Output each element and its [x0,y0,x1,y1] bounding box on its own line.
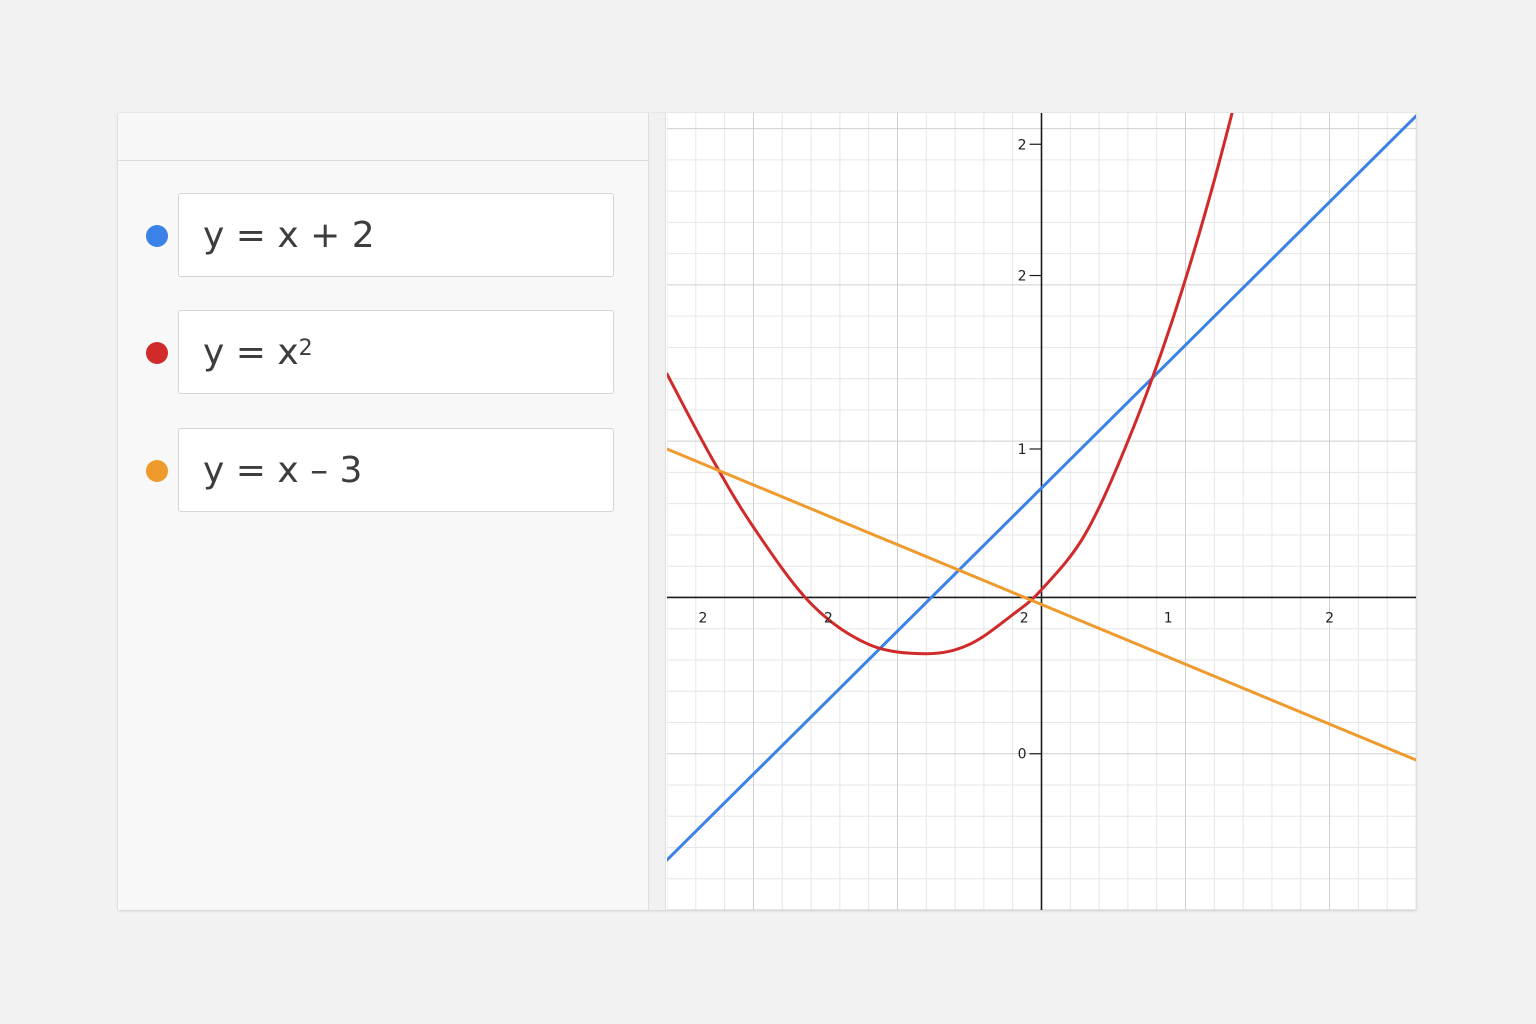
x-tick-label: 2 [824,610,833,626]
y-tick-label: 1 [1018,442,1027,458]
expression-exponent: 2 [298,335,313,361]
color-dot-icon[interactable] [146,225,168,247]
expression-row-1: y = x + 2 [118,193,648,279]
expression-panel: y = x + 2 y = x2 y = x – 3 [118,113,648,910]
panel-resize-handle[interactable] [648,113,666,910]
y-tick-label: 0 [1018,747,1027,763]
expression-row-2: y = x2 [118,310,648,396]
graph-svg[interactable]: 2 2 2 1 2 2 2 1 0 [667,113,1416,910]
graphing-calculator-window: y = x + 2 y = x2 y = x – 3 222122210 [118,113,1416,910]
expression-input-1[interactable]: y = x + 2 [178,193,614,277]
expression-text: y = x – 3 [203,449,363,491]
expression-input-3[interactable]: y = x – 3 [178,428,614,512]
tick-labels: 2 2 2 1 2 2 2 1 0 [699,137,1334,762]
expression-input-2[interactable]: y = x2 [178,310,614,394]
expression-row-3: y = x – 3 [118,428,648,514]
x-tick-label: 2 [1325,610,1334,626]
color-dot-icon[interactable] [146,342,168,364]
expression-text: y = x + 2 [203,214,375,256]
expression-text: y = x [203,331,299,373]
graph-canvas[interactable]: 2 2 2 1 2 2 2 1 0 [667,113,1416,910]
axes [667,113,1416,910]
series-line-2 [667,113,1234,656]
x-tick-label: 1 [1164,610,1173,626]
y-tick-label: 2 [1018,269,1027,285]
x-tick-label: 2 [699,610,708,626]
color-dot-icon[interactable] [146,460,168,482]
expression-panel-header [118,113,648,161]
y-tick-label: 2 [1018,137,1027,153]
x-tick-label: 2 [1020,610,1029,626]
